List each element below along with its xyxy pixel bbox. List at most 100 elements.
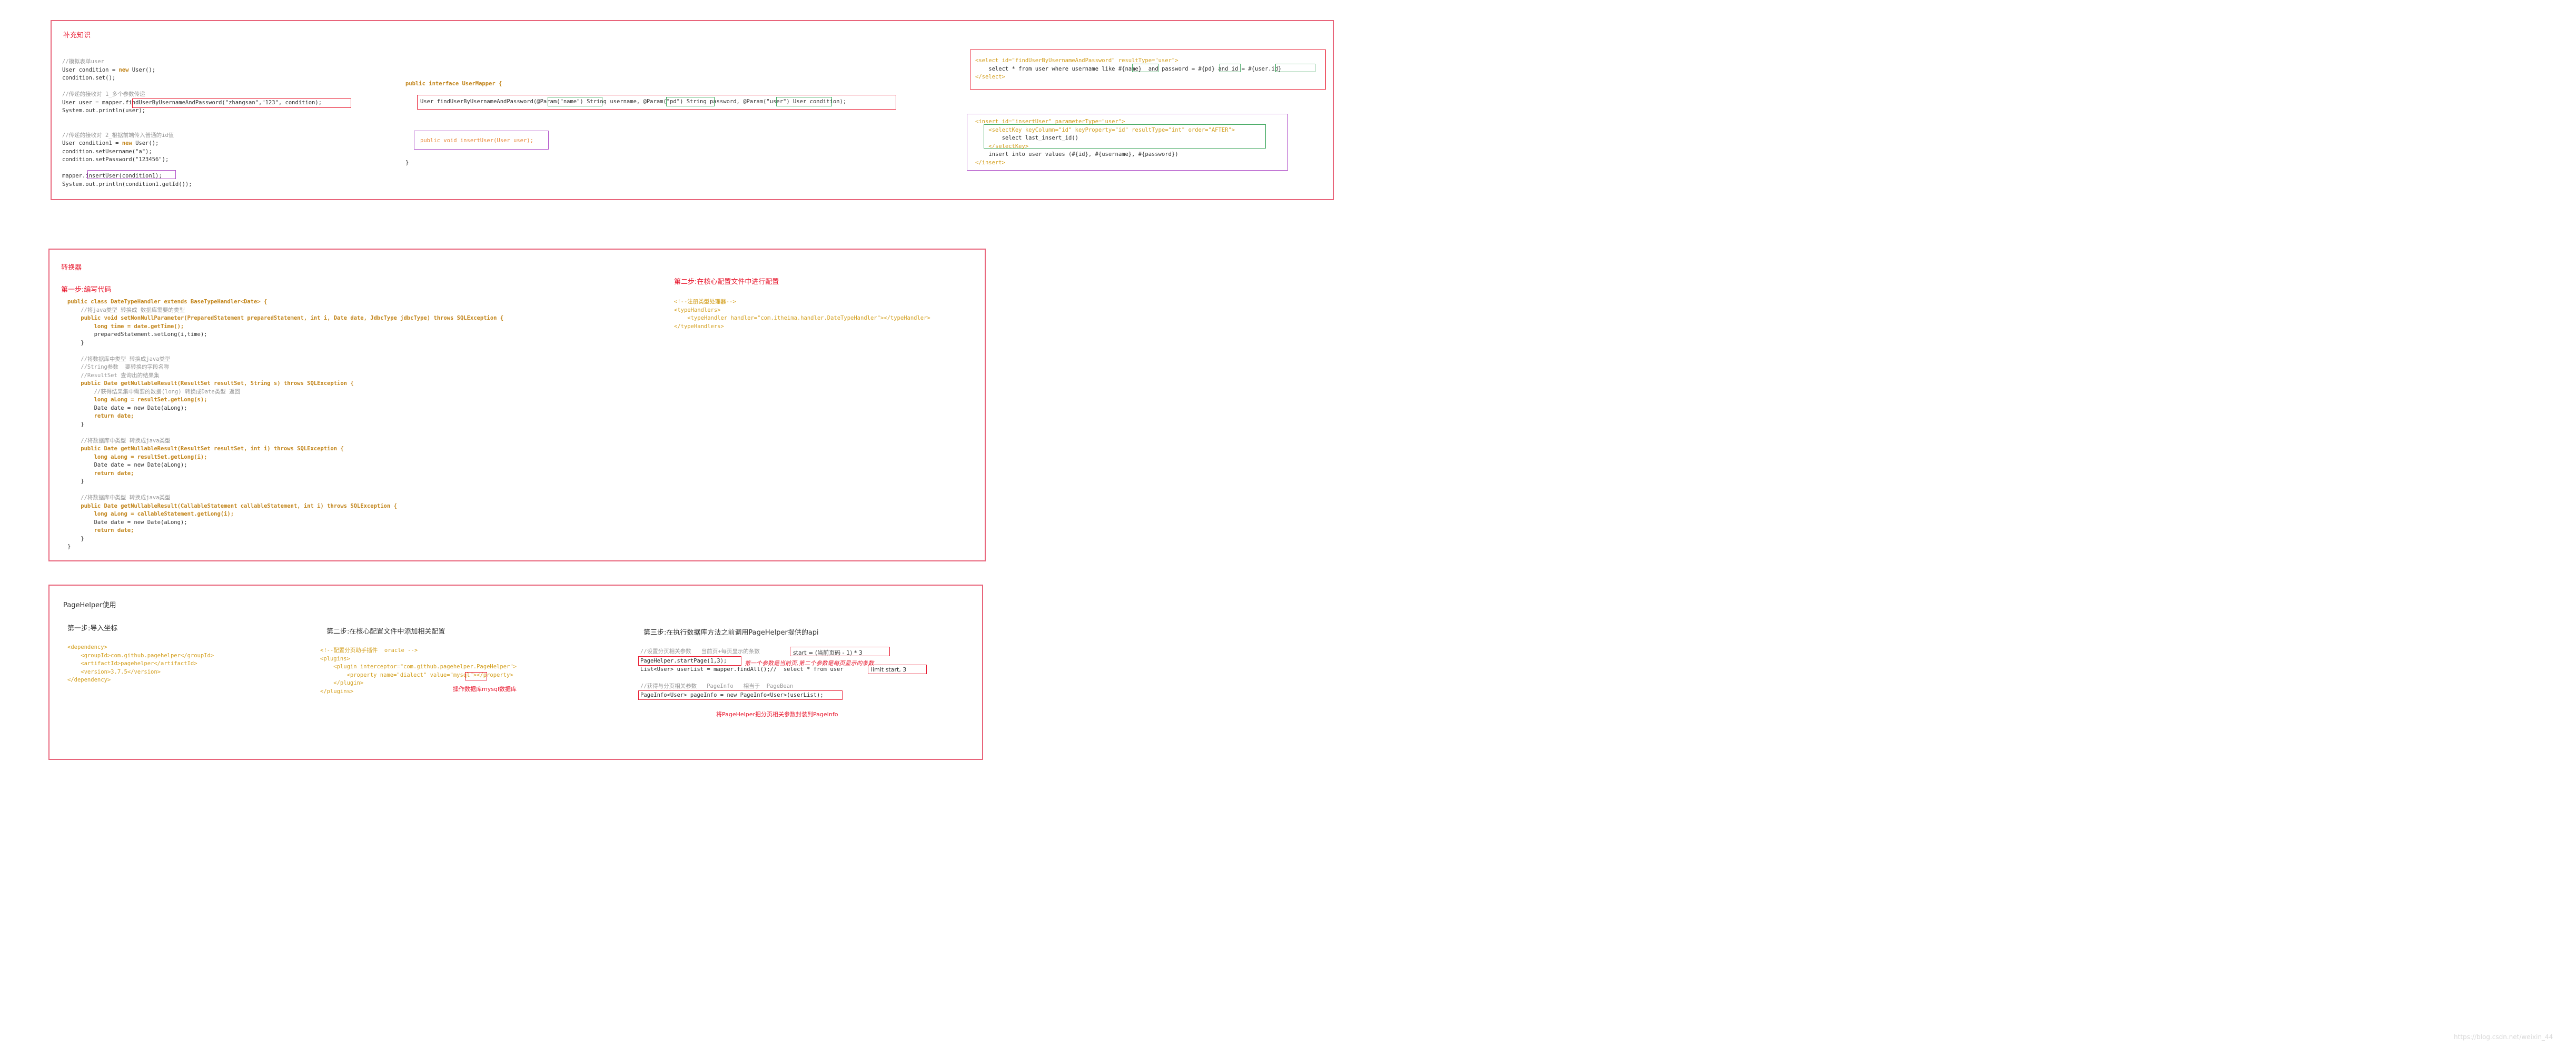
dependency-line-1: <groupId>com.github.pagehelper</groupId> — [67, 652, 214, 660]
section2-step2-title: 第二步:在核心配置文件中进行配置 — [674, 278, 779, 286]
test-code-line-4-segment: //传递的接收对 1_多个参数传递 — [62, 91, 145, 97]
test-code-line-1: User condition = new User(); — [62, 66, 322, 75]
sql-select-line-2-segment: </select> — [975, 74, 1005, 80]
type-handler-line-4-segment: preparedStatement.setLong(i,time); — [67, 331, 207, 338]
test-code-line-0-segment: //模拟表单user — [62, 58, 104, 65]
step3-comment: //设置分页相关参数 当前页+每页显示的条数 — [640, 648, 760, 656]
section1-title: 补充知识 — [63, 32, 91, 39]
test-code-line-2: condition.set(); — [62, 74, 322, 83]
dependency-line-1-segment: <groupId>com.github.pagehelper</groupId> — [67, 652, 214, 659]
interface-line: public interface UserMapper { — [405, 81, 502, 87]
type-handler-code: public class DateTypeHandler extends Bas… — [67, 298, 503, 551]
hash-name-box — [1132, 64, 1158, 72]
sql-insert-line-3-segment: </selectKey> — [975, 143, 1029, 150]
type-handler-line-22-segment: } — [67, 478, 84, 485]
mysql-note: 操作数据库mysql数据库 — [453, 686, 517, 693]
test-code-line-8 — [62, 123, 322, 132]
sql-insert-line-3: </selectKey> — [975, 143, 1235, 151]
config-line-2: <typeHandler handler="com.itheima.handle… — [674, 314, 930, 323]
watermark: https://blog.csdn.net/weixin_44 — [2454, 1033, 2553, 1041]
type-handler-line-25-segment: public Date getNullableResult(CallableSt… — [67, 502, 397, 509]
test-code-line-10-segment: User condition1 = — [62, 140, 122, 146]
highlight-insert-call — [87, 170, 176, 179]
sql-insert-line-1: <selectKey keyColumn="id" keyProperty="i… — [975, 126, 1235, 135]
plugin-line-1: <plugins> — [320, 655, 517, 664]
test-code-line-10-segment: new — [122, 140, 136, 146]
type-handler-line-2: public void setNonNullParameter(Prepared… — [67, 314, 503, 323]
test-code-line-6: System.out.println(user); — [62, 107, 322, 115]
test-code-line-15: System.out.println(condition1.getId()); — [62, 181, 322, 189]
dependency-line-3-segment: <version>3.7.5</version> — [67, 668, 161, 675]
param-pd-box — [666, 97, 715, 106]
type-handler-line-1: //将java类型 转换成 数据库需要的类型 — [67, 307, 503, 315]
sql-select-line-0-segment: <select id="findUserByUsernameAndPasswor… — [975, 57, 1178, 64]
type-handler-line-24-segment: //将数据库中类型 转换成java类型 — [67, 495, 171, 501]
dependency-line-4: </dependency> — [67, 676, 214, 685]
method2-text: public void insertUser(User user); — [420, 137, 533, 144]
config-line-3-segment: </typeHandlers> — [674, 323, 724, 330]
config-line-0: <!--注册类型处理器--> — [674, 298, 930, 307]
start-formula: start = (当前页码 - 1) * 3 — [793, 649, 863, 656]
section3-step2-title: 第二步:在核心配置文件中添加相关配置 — [326, 628, 445, 636]
config-line-3: </typeHandlers> — [674, 323, 930, 331]
test-code-line-4: //传递的接收对 1_多个参数传递 — [62, 91, 322, 99]
sql-insert-line-0: <insert id="insertUser" parameterType="u… — [975, 118, 1235, 126]
test-code-line-9-segment: //传递的接收对 2_根据前端传入普通的id值 — [62, 132, 174, 139]
findall-query-text: List<User> userList = mapper.findAll();/… — [640, 666, 844, 673]
dependency-line-4-segment: </dependency> — [67, 677, 111, 683]
type-handler-line-15: } — [67, 421, 503, 429]
plugin-line-1-segment: <plugins> — [320, 655, 350, 662]
type-handler-line-11-segment: //获得结果集中需要的数据(long) 转换成Date类型 返回 — [67, 388, 241, 395]
sql-insert-line-5: </insert> — [975, 159, 1235, 167]
type-handler-line-26-segment: long aLong = callableStatement.getLong(i… — [67, 511, 234, 517]
config-line-1: <typeHandlers> — [674, 307, 930, 315]
findall-query: List<User> userList = mapper.findAll();/… — [640, 666, 844, 674]
mysql-value-box — [465, 672, 487, 680]
type-handler-line-19-segment: long aLong = resultSet.getLong(i); — [67, 453, 207, 460]
type-handler-line-20: Date date = new Date(aLong); — [67, 461, 503, 470]
type-handler-line-9: //ResultSet 查询出的结果集 — [67, 372, 503, 380]
interface-close: } — [405, 159, 409, 167]
step3-comment-text: //设置分页相关参数 当前页+每页显示的条数 — [640, 648, 760, 655]
type-handler-line-6 — [67, 347, 503, 355]
type-handler-line-5-segment: } — [67, 339, 84, 346]
sql-insert-line-2: select last_insert_id() — [975, 134, 1235, 143]
type-handler-line-27-segment: Date date = new Date(aLong); — [67, 519, 187, 526]
section3-title: PageHelper使用 — [63, 601, 116, 609]
test-code-line-1-segment: User condition = — [62, 66, 119, 73]
type-handler-line-14: return date; — [67, 412, 503, 421]
dependency-line-2-segment: <artifactId>pagehelper</artifactId> — [67, 660, 197, 667]
test-code-line-1-segment: new — [118, 66, 132, 73]
section3-step3-title: 第三步:在执行数据库方法之前调用PageHelper提供的api — [643, 629, 819, 637]
type-handler-line-13-segment: Date date = new Date(aLong); — [67, 404, 187, 411]
type-handler-line-7: //将数据库中类型 转换成java类型 — [67, 355, 503, 364]
test-code-line-11: condition.setUsername("a"); — [62, 148, 322, 156]
type-handler-line-21-segment: return date; — [67, 470, 134, 477]
type-handler-line-5: } — [67, 339, 503, 348]
test-code-line-10: User condition1 = new User(); — [62, 140, 322, 148]
sql-insert-line-4-segment: insert into user values (#{id}, #{userna… — [975, 151, 1178, 157]
hash-user-id-box — [1275, 64, 1315, 72]
test-code-line-2-segment: condition.set(); — [62, 75, 116, 81]
type-handler-line-4: preparedStatement.setLong(i,time); — [67, 331, 503, 339]
section3-step1-title: 第一步:导入坐标 — [67, 625, 118, 633]
section1-test-code: //模拟表单user User condition = new User(); co… — [62, 58, 322, 189]
param-user-box — [776, 97, 832, 106]
type-handler-line-29: } — [67, 535, 503, 544]
test-code-line-1-segment: User(); — [132, 66, 156, 73]
sql-insert-line-5-segment: </insert> — [975, 159, 1005, 166]
type-handler-line-18: public Date getNullableResult(ResultSet … — [67, 445, 503, 453]
type-handler-line-29-segment: } — [67, 535, 84, 542]
type-handler-line-0: public class DateTypeHandler extends Bas… — [67, 298, 503, 307]
sql-insert-line-1-segment: <selectKey keyColumn="id" keyProperty="i… — [975, 126, 1235, 133]
sql-insert-line-4: insert into user values (#{id}, #{userna… — [975, 151, 1235, 159]
method2-signature: public void insertUser(User user); — [420, 137, 533, 145]
test-code-line-10-segment: User(); — [135, 140, 159, 146]
plugin-line-5-segment: </plugins> — [320, 688, 354, 695]
dependency-line-0: <dependency> — [67, 644, 214, 652]
type-handler-line-14-segment: return date; — [67, 413, 134, 419]
type-handler-line-30-segment: } — [67, 544, 71, 550]
test-code-line-9: //传递的接收对 2_根据前端传入普通的id值 — [62, 132, 322, 140]
param-name-box — [548, 97, 602, 106]
type-handler-line-19: long aLong = resultSet.getLong(i); — [67, 453, 503, 462]
